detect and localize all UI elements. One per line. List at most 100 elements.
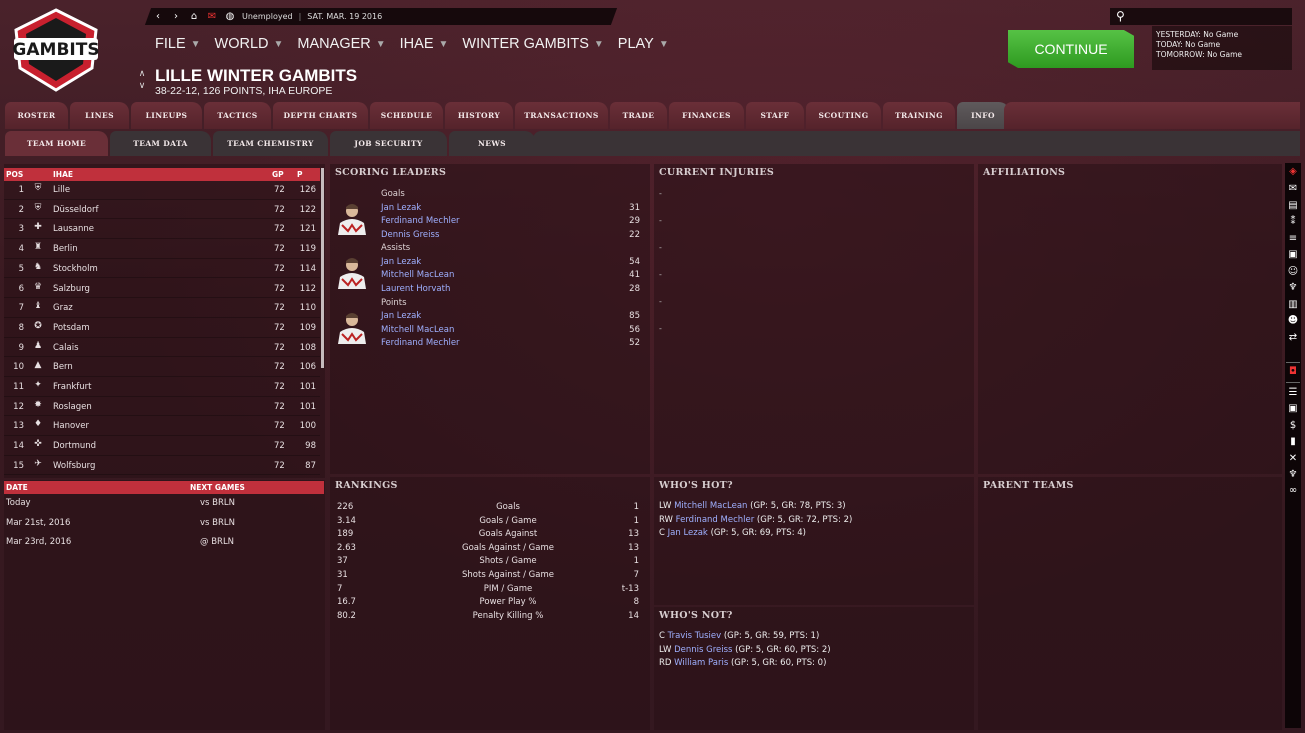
leader-name[interactable]: Mitchell MacLean <box>381 325 454 335</box>
col-points[interactable]: P <box>297 170 303 179</box>
game-opponent[interactable]: @ BRLN <box>200 537 234 547</box>
chevron-down-icon[interactable]: ∨ <box>136 80 148 92</box>
tab-tactics[interactable]: TACTICS <box>204 102 271 129</box>
team-switcher[interactable]: ∧ ∨ <box>136 68 148 92</box>
continue-button[interactable]: CONTINUE <box>1008 30 1134 68</box>
table-row[interactable]: 1 ⛨ Lille 72 126 <box>4 180 320 200</box>
standings-icon[interactable]: ☰ <box>1285 387 1301 398</box>
people-icon[interactable]: ☺ <box>1285 266 1301 277</box>
trophy-icon[interactable]: ♆ <box>1285 469 1301 480</box>
player-name[interactable]: Ferdinand Mechler <box>676 515 755 525</box>
leader-name[interactable]: Ferdinand Mechler <box>381 216 460 226</box>
standing-team[interactable]: Berlin <box>53 244 78 254</box>
tab-roster[interactable]: ROSTER <box>5 102 68 129</box>
standing-team[interactable]: Lausanne <box>53 224 94 234</box>
tab-finances[interactable]: FINANCES <box>669 102 744 129</box>
tab-team-chemistry[interactable]: TEAM CHEMISTRY <box>213 131 328 156</box>
game-opponent[interactable]: vs BRLN <box>200 518 235 528</box>
leader-name[interactable]: Jan Lezak <box>381 257 421 267</box>
tactics-icon[interactable]: ⁑ <box>1285 216 1301 227</box>
search-input[interactable]: ⚲ <box>1110 8 1292 25</box>
leader-name[interactable]: Mitchell MacLean <box>381 270 454 280</box>
staff-icon[interactable]: ☻ <box>1285 315 1301 326</box>
stats-icon[interactable]: ▮ <box>1285 436 1301 447</box>
standings-scrollbar[interactable] <box>321 168 324 368</box>
leader-name[interactable]: Jan Lezak <box>381 311 421 321</box>
mail-icon[interactable]: ✉ <box>206 11 218 22</box>
col-pos[interactable]: POS <box>6 170 23 179</box>
table-row[interactable]: 13 ♦ Hanover 72 100 <box>4 416 320 437</box>
tab-staff[interactable]: STAFF <box>746 102 804 129</box>
player-name[interactable]: Travis Tusiev <box>668 631 722 641</box>
tab-job-security[interactable]: JOB SECURITY <box>330 131 447 156</box>
table-row[interactable]: Mar 21st, 2016 vs BRLN <box>4 514 324 534</box>
table-row[interactable]: Today vs BRLN <box>4 494 324 514</box>
list-icon[interactable]: ≡ <box>1285 233 1301 244</box>
tab-depth-charts[interactable]: DEPTH CHARTS <box>273 102 368 129</box>
leader-name[interactable]: Ferdinand Mechler <box>381 338 460 348</box>
game-opponent[interactable]: vs BRLN <box>200 498 235 508</box>
menu-file[interactable]: FILE ▼ <box>155 36 201 52</box>
standing-team[interactable]: Roslagen <box>53 402 92 412</box>
table-row[interactable]: 15 ✈ Wolfsburg 72 87 <box>4 456 320 476</box>
table-row[interactable]: 4 ♜ Berlin 72 119 <box>4 239 320 259</box>
standing-team[interactable]: Düsseldorf <box>53 205 98 215</box>
standing-team[interactable]: Hanover <box>53 421 89 431</box>
home-icon[interactable]: ⌂ <box>188 11 200 22</box>
table-row[interactable]: 10 ▲ Bern 72 106 <box>4 357 320 377</box>
tab-scouting[interactable]: SCOUTING <box>806 102 881 129</box>
menu-manager[interactable]: MANAGER ▼ <box>297 36 385 52</box>
standing-team[interactable]: Dortmund <box>53 441 96 451</box>
table-row[interactable]: Mar 23rd, 2016 @ BRLN <box>4 533 324 553</box>
team-logo[interactable]: GAMBITS <box>12 8 100 92</box>
forward-icon[interactable]: › <box>170 11 182 22</box>
tab-news[interactable]: NEWS <box>449 131 535 156</box>
board-icon[interactable]: ▣ <box>1285 249 1301 260</box>
dollar-icon[interactable]: $ <box>1285 420 1301 431</box>
menu-play[interactable]: PLAY ▼ <box>618 36 669 52</box>
table-row[interactable]: 2 ⛨ Düsseldorf 72 122 <box>4 200 320 220</box>
table-row[interactable]: 8 ✪ Potsdam 72 109 <box>4 318 320 338</box>
table-row[interactable]: 9 ♟ Calais 72 108 <box>4 338 320 358</box>
rink-icon[interactable]: ▣ <box>1285 403 1301 414</box>
tab-schedule[interactable]: SCHEDULE <box>370 102 443 129</box>
standing-team[interactable]: Frankfurt <box>53 382 92 392</box>
trade-icon[interactable]: ⇄ <box>1285 332 1301 343</box>
inbox-icon[interactable]: ✉ <box>1285 183 1301 194</box>
sticks-icon[interactable]: ✕ <box>1285 453 1301 464</box>
binoculars-icon[interactable]: ∞ <box>1285 485 1301 496</box>
clipboard-icon[interactable]: ▤ <box>1285 200 1301 211</box>
team-logo-icon[interactable]: ◈ <box>1285 166 1301 177</box>
standing-team[interactable]: Salzburg <box>53 284 90 294</box>
player-name[interactable]: William Paris <box>674 658 728 668</box>
standing-team[interactable]: Potsdam <box>53 323 90 333</box>
tab-team-data[interactable]: TEAM DATA <box>110 131 211 156</box>
table-row[interactable]: 14 ✜ Dortmund 72 98 <box>4 436 320 456</box>
tab-trade[interactable]: TRADE <box>610 102 667 129</box>
table-row[interactable]: 3 ✚ Lausanne 72 121 <box>4 219 320 240</box>
standing-team[interactable]: Calais <box>53 343 79 353</box>
back-icon[interactable]: ‹ <box>152 11 164 22</box>
table-row[interactable]: 12 ✸ Roslagen 72 101 <box>4 397 320 417</box>
tab-info[interactable]: INFO <box>957 102 1009 129</box>
trophy-icon[interactable]: ♆ <box>1285 282 1301 293</box>
document-icon[interactable]: ▥ <box>1285 299 1301 310</box>
globe-icon[interactable]: ◍ <box>224 11 236 22</box>
tab-lines[interactable]: LINES <box>70 102 129 129</box>
tab-lineups[interactable]: LINEUPS <box>131 102 202 129</box>
menu-world[interactable]: WORLD ▼ <box>215 36 284 52</box>
league-logo-icon[interactable]: ◘ <box>1285 366 1301 377</box>
menu-ihae[interactable]: IHAE ▼ <box>400 36 449 52</box>
standing-team[interactable]: Graz <box>53 303 73 313</box>
col-league[interactable]: IHAE <box>53 170 73 179</box>
table-row[interactable]: 5 ♞ Stockholm 72 114 <box>4 259 320 279</box>
col-gp[interactable]: GP <box>272 170 284 179</box>
table-row[interactable]: 7 ♝ Graz 72 110 <box>4 298 320 318</box>
menu-winter-gambits[interactable]: WINTER GAMBITS ▼ <box>462 36 603 52</box>
tab-history[interactable]: HISTORY <box>445 102 513 129</box>
chevron-up-icon[interactable]: ∧ <box>136 68 148 80</box>
tab-training[interactable]: TRAINING <box>883 102 955 129</box>
leader-name[interactable]: Dennis Greiss <box>381 230 439 240</box>
standing-team[interactable]: Stockholm <box>53 264 98 274</box>
table-row[interactable]: 11 ✦ Frankfurt 72 101 <box>4 377 320 397</box>
